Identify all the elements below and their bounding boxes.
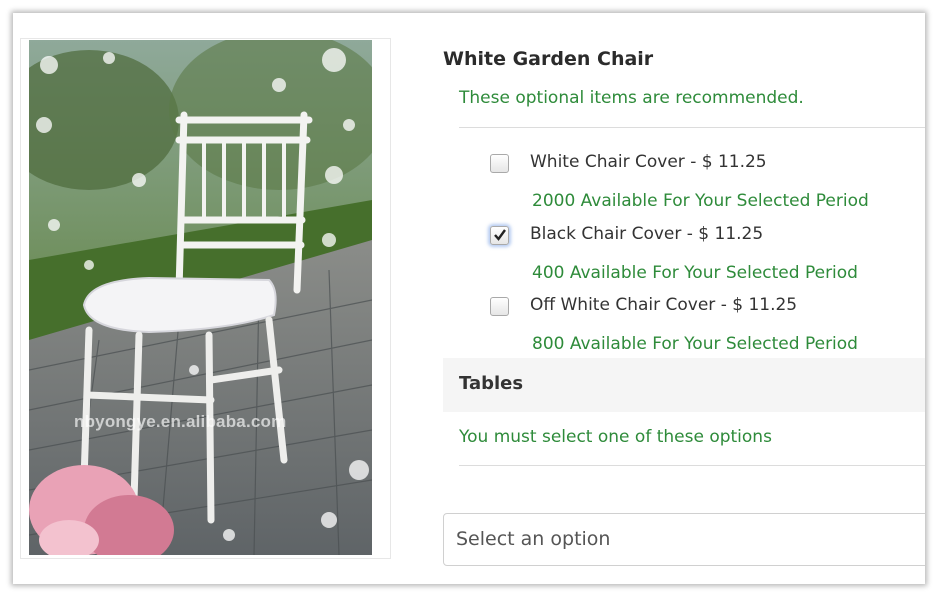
option-label: White Chair Cover - $ 11.25 [530, 152, 767, 172]
option-availability: 800 Available For Your Selected Period [532, 334, 858, 354]
product-panel: nbyongye.en.alibaba.com White Garden Cha… [13, 13, 925, 584]
select-placeholder: Select an option [456, 528, 611, 550]
option-checkbox[interactable] [490, 297, 509, 316]
divider [459, 127, 925, 128]
optional-items-heading: These optional items are recommended. [459, 88, 804, 108]
option-availability: 400 Available For Your Selected Period [532, 263, 858, 283]
tables-heading: Tables [459, 373, 524, 394]
divider [459, 465, 925, 466]
product-options: White Garden Chair These optional items … [443, 13, 925, 584]
tables-select[interactable]: Select an option [443, 513, 925, 566]
option-availability: 2000 Available For Your Selected Period [532, 191, 869, 211]
option-label: Black Chair Cover - $ 11.25 [530, 224, 764, 244]
tables-section-header: Tables [443, 358, 925, 412]
tables-requirement: You must select one of these options [459, 427, 772, 447]
image-watermark: nbyongye.en.alibaba.com [74, 412, 287, 431]
product-image [29, 40, 372, 555]
product-image-container: nbyongye.en.alibaba.com [20, 38, 391, 559]
option-checkbox[interactable] [490, 226, 509, 245]
option-checkbox[interactable] [490, 154, 509, 173]
option-label: Off White Chair Cover - $ 11.25 [530, 295, 798, 315]
checkmark-icon [494, 229, 506, 241]
product-title: White Garden Chair [443, 48, 654, 70]
